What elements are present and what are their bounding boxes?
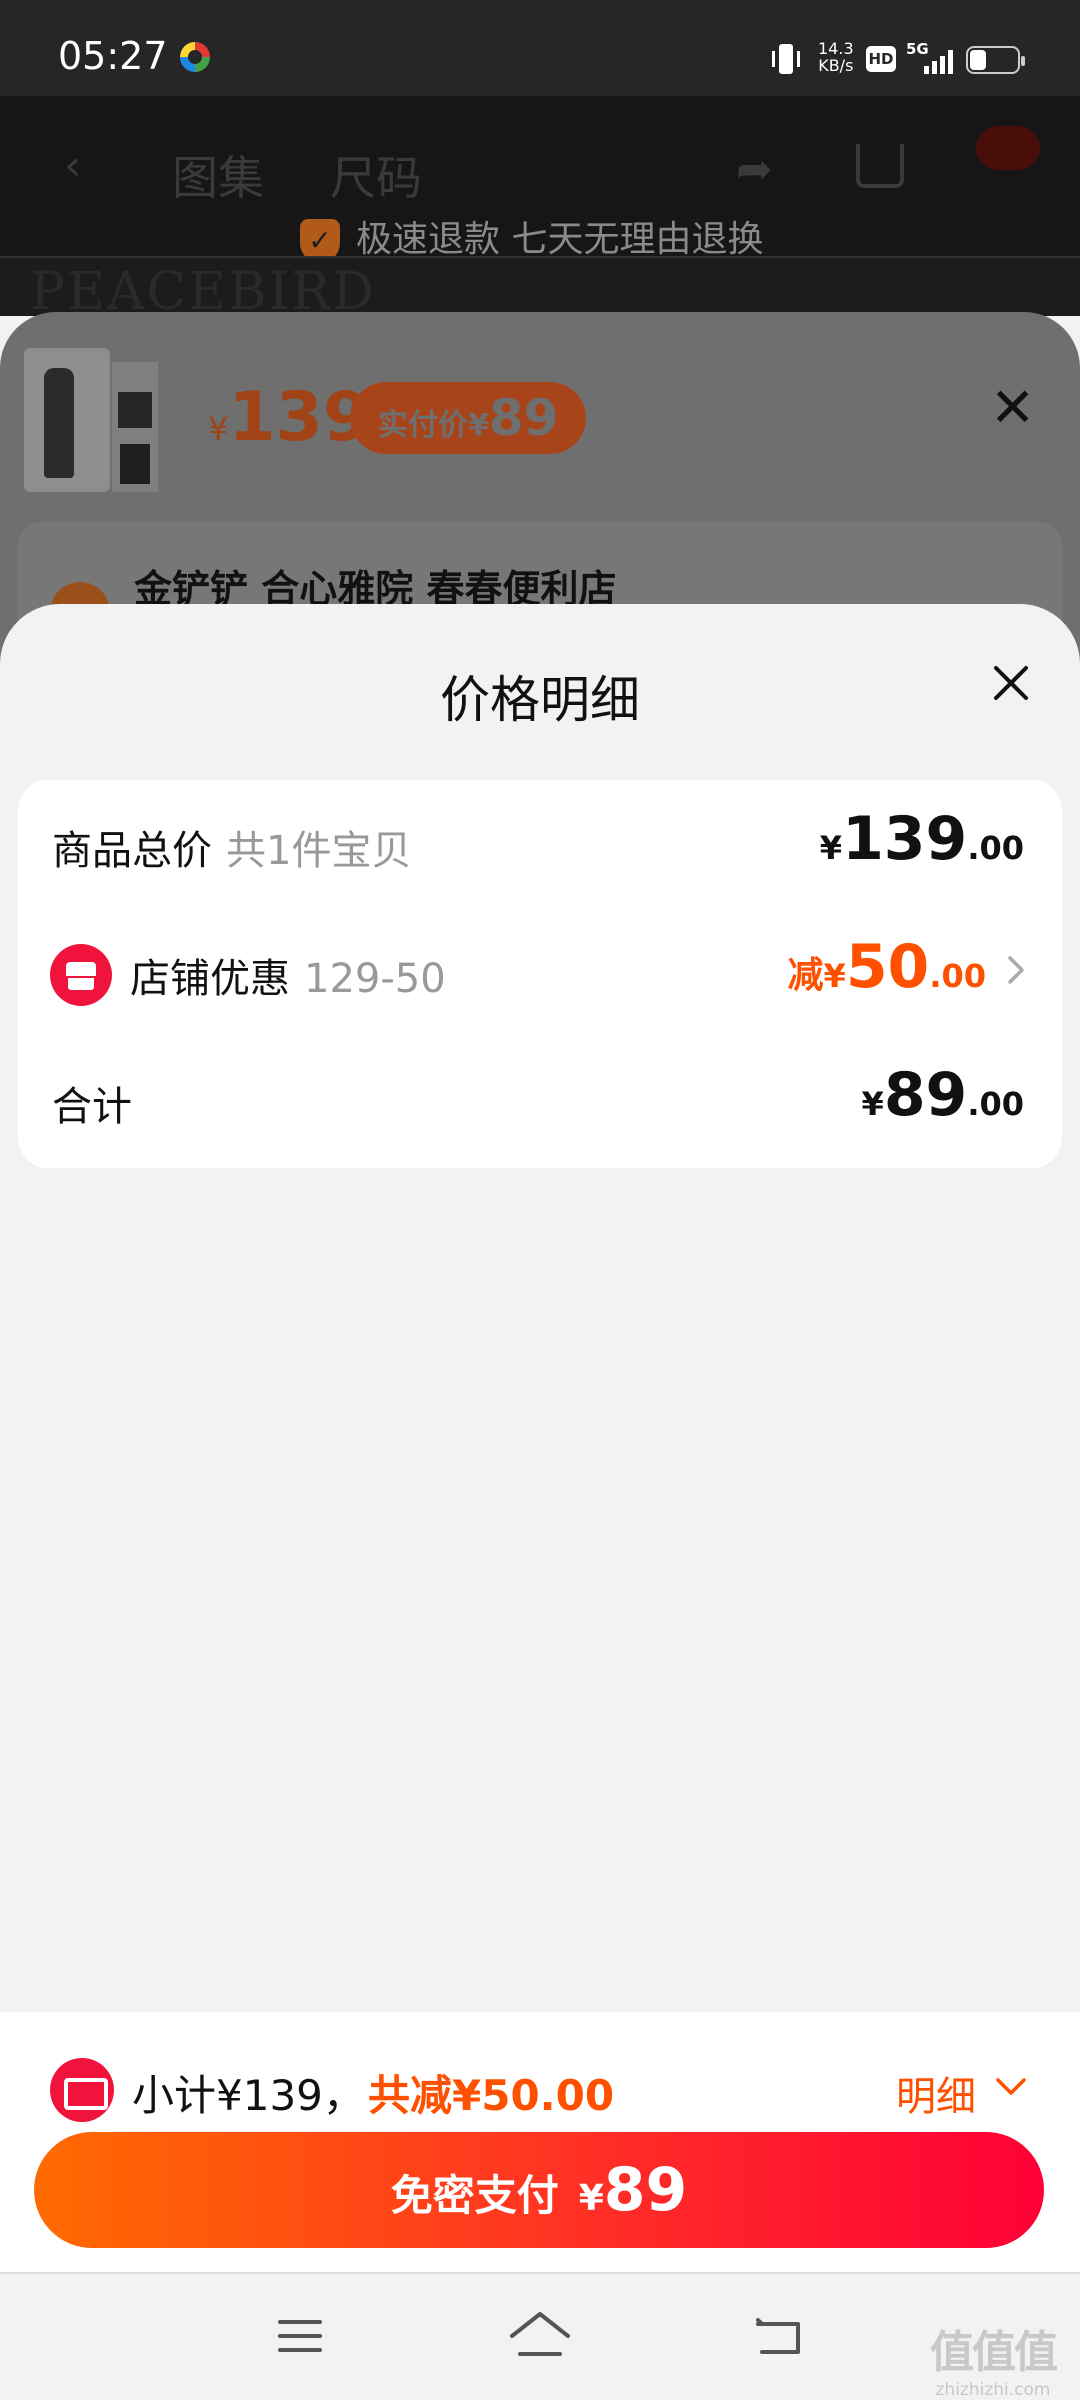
total-reduction: 共减¥50.00 (368, 2071, 615, 2120)
goods-total-decimal: .00 (967, 829, 1024, 867)
network-type: 5G (906, 40, 929, 58)
status-time: 05:27 (58, 34, 168, 78)
row-label: 商品总价 共1件宝贝 (52, 818, 411, 876)
item-count: 共1件宝贝 (226, 828, 412, 874)
chevron-right-icon (1008, 956, 1024, 984)
sku-price-currency: ¥ (208, 410, 229, 448)
total-decimal: .00 (967, 1085, 1024, 1123)
signal-icon: 5G (906, 40, 953, 74)
discount-integer: 50 (845, 932, 930, 1002)
total-label: 合计 (52, 1084, 132, 1130)
row-total: 合计 ¥89.00 (18, 1036, 1062, 1166)
back-arrow-icon: ‹ (64, 140, 82, 191)
detail-toggle[interactable]: 明细 (896, 2064, 976, 2122)
network-speed-unit: KB/s (818, 56, 854, 75)
total-value: ¥89.00 (862, 1060, 1024, 1130)
chevron-down-icon[interactable] (994, 2076, 1028, 2098)
app-icon (180, 42, 210, 72)
paid-price-currency: ¥ (468, 408, 489, 443)
goods-total-label: 商品总价 (52, 828, 212, 874)
paid-price-badge: 实付价¥89 (350, 382, 587, 454)
paid-price-label: 实付价 (378, 408, 468, 443)
discount-currency: ¥ (823, 957, 846, 995)
vibrate-icon (772, 44, 800, 74)
goods-total-currency: ¥ (819, 829, 843, 867)
tab-gallery: 图集 (172, 151, 264, 205)
close-icon[interactable] (986, 658, 1036, 708)
menu-icon[interactable] (278, 2318, 322, 2354)
store-discount-value: 减¥50.00 (788, 932, 986, 1002)
row-label: 店铺优惠 129-50 (130, 946, 446, 1004)
network-speed-value: 14.3 (818, 39, 854, 58)
promise-text: 极速退款 七天无理由退换 (356, 219, 764, 260)
store-icon (50, 944, 112, 1006)
checkout-bar: 小计¥139， 共减¥50.00 明细 免密支付 ¥89 (0, 2012, 1080, 2274)
status-bar: 05:27 14.3 KB/s HD 5G (0, 0, 1080, 96)
watermark-site: zhizhizhi.com (935, 2380, 1051, 2400)
sheet-title: 价格明细 (440, 671, 640, 729)
share-icon: ➦ (736, 144, 773, 195)
pay-button[interactable]: 免密支付 ¥89 (34, 2132, 1044, 2248)
home-icon[interactable] (508, 2310, 572, 2360)
total-integer: 89 (883, 1060, 968, 1130)
goods-total-integer: 139 (842, 804, 968, 874)
row-store-discount[interactable]: 店铺优惠 129-50 减¥50.00 (18, 908, 1062, 1038)
battery-icon (966, 46, 1025, 74)
close-icon: ✕ (990, 376, 1036, 439)
watermark: 值值值 zhizhizhi.com (930, 2316, 1058, 2400)
back-icon[interactable] (752, 2314, 804, 2358)
paid-price-value: 89 (488, 389, 559, 447)
hd-badge: HD (866, 46, 896, 72)
sku-price: ¥139 (208, 378, 370, 457)
pay-button-label: 免密支付 (390, 2171, 559, 2220)
pay-currency: ¥ (578, 2178, 604, 2219)
discount-rule: 129-50 (304, 956, 446, 1002)
subtotal-text: 小计¥139， (132, 2071, 365, 2120)
pay-amount: 89 (603, 2155, 688, 2225)
store-discount-label: 店铺优惠 (130, 956, 290, 1002)
goods-total-value: ¥139.00 (820, 804, 1024, 874)
cart-icon (856, 144, 904, 188)
brand-logo: PEACEBIRD (30, 262, 376, 316)
cart-badge (976, 126, 1040, 170)
product-thumbnail (24, 348, 110, 492)
row-goods-total: 商品总价 共1件宝贝 ¥139.00 (18, 780, 1062, 910)
price-detail-card: 商品总价 共1件宝贝 ¥139.00 店铺优惠 129-50 减¥50.00 合计 … (18, 780, 1062, 1168)
tab-size: 尺码 (330, 151, 422, 205)
discount-decimal: .00 (929, 957, 986, 995)
network-speed: 14.3 KB/s (818, 40, 854, 74)
product-page-background: ‹ 图集 尺码 ➦ ✓ 极速退款 七天无理由退换 PEACEBIRD (0, 96, 1080, 316)
discount-prefix: 减 (787, 955, 824, 996)
watermark-text: 值值值 (930, 2327, 1058, 2378)
product-thumbnail-secondary (112, 362, 158, 492)
total-currency: ¥ (861, 1085, 884, 1123)
coupon-icon (50, 2058, 114, 2122)
system-nav-bar (0, 2274, 1080, 2400)
